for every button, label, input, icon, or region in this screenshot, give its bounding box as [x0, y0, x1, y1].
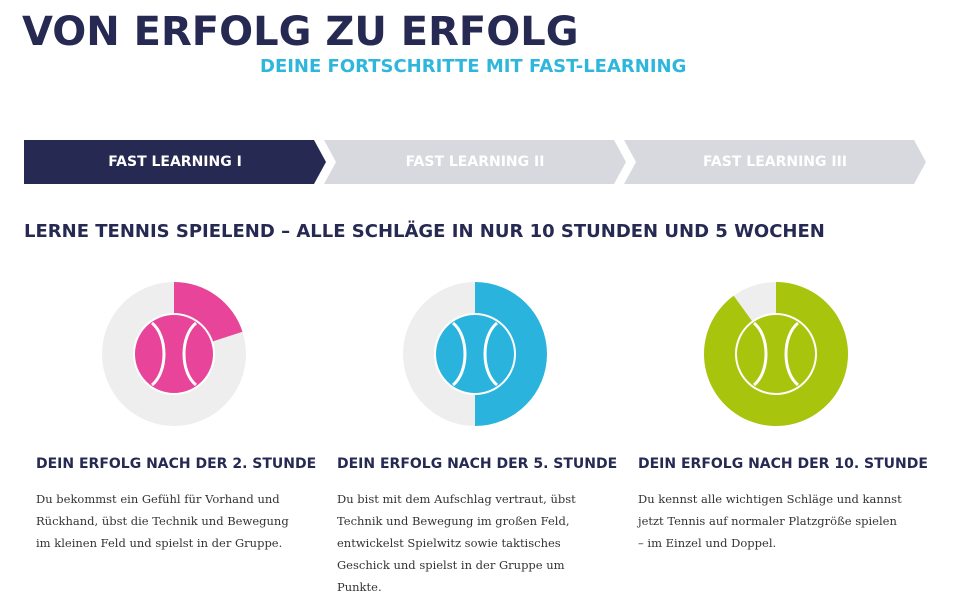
- step-fast-learning-2[interactable]: FAST LEARNING II: [324, 140, 626, 184]
- progress-donut: [403, 282, 547, 426]
- tennis-ball-icon: [434, 313, 516, 395]
- step-fast-learning-3[interactable]: FAST LEARNING III: [624, 140, 926, 184]
- page-title: VON ERFOLG ZU ERFOLG: [22, 9, 579, 55]
- step-fast-learning-1[interactable]: FAST LEARNING I: [24, 140, 326, 184]
- progress-description: Du bist mit dem Aufschlag vertraut, übst…: [337, 492, 576, 594]
- step-label: FAST LEARNING II: [405, 154, 545, 170]
- progress-description: Du bekommst ein Gefühl für Vorhand und R…: [36, 492, 289, 550]
- step-label: FAST LEARNING I: [108, 154, 242, 170]
- progress-description: Du kennst alle wichtigen Schläge und kan…: [638, 492, 902, 550]
- progress-title: DEIN ERFOLG NACH DER 5. STUNDE: [337, 456, 618, 472]
- progress-title: DEIN ERFOLG NACH DER 2. STUNDE: [36, 456, 317, 472]
- progress-donut: [703, 282, 848, 426]
- tennis-ball-icon: [735, 313, 817, 395]
- tennis-ball-icon: [133, 313, 215, 395]
- section-heading: LERNE TENNIS SPIELEND – ALLE SCHLÄGE IN …: [24, 221, 825, 242]
- progress-donut: [102, 282, 246, 426]
- page-subtitle: DEINE FORTSCHRITTE MIT FAST-LEARNING: [260, 56, 687, 77]
- progress-title: DEIN ERFOLG NACH DER 10. STUNDE: [638, 456, 928, 472]
- course-steps-nav: FAST LEARNING I FAST LEARNING II FAST LE…: [24, 140, 928, 184]
- step-label: FAST LEARNING III: [702, 154, 848, 170]
